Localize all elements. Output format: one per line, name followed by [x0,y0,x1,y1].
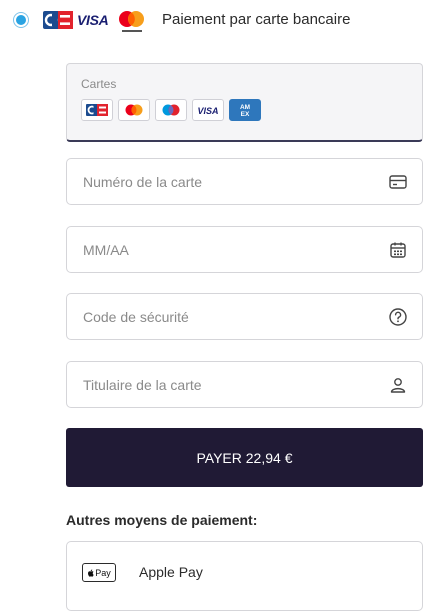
cardholder-input[interactable] [67,362,422,407]
card-brand-maestro[interactable] [155,99,187,121]
other-payment-methods-title: Autres moyens de paiement: [66,512,258,528]
apple-pay-label: Apple Pay [139,564,203,580]
visa-logo: VISA [77,12,109,28]
visa-icon: VISA [197,106,218,116]
security-code-field[interactable] [66,293,423,340]
card-brand-visa[interactable]: VISA [192,99,224,121]
payment-method-header[interactable]: VISA Paiement par carte bancaire [0,0,424,40]
apple-icon [88,569,94,577]
svg-text:EX: EX [241,111,250,118]
svg-text:VISA: VISA [197,106,218,116]
expiry-field[interactable] [66,226,423,273]
card-number-input[interactable] [67,159,422,204]
amex-icon: AM EX [240,104,250,118]
payment-method-title: Paiement par carte bancaire [162,11,351,28]
cards-label: Cartes [81,77,117,91]
question-circle-icon[interactable] [388,307,408,327]
card-brand-list: VISA AM EX [81,99,261,121]
user-icon [390,378,406,393]
radio-selected-dot [16,15,26,25]
calendar-icon [390,242,406,258]
expiry-input[interactable] [67,227,422,272]
mastercard-logo [119,11,144,32]
cardholder-field[interactable] [66,361,423,408]
svg-text:AM: AM [240,104,250,111]
mastercard-icon [125,104,143,116]
card-payment-radio[interactable] [13,12,29,28]
apple-pay-badge: Pay [82,563,116,582]
security-code-input[interactable] [67,294,422,339]
card-brand-amex[interactable]: AM EX [229,99,261,121]
maestro-icon [162,104,180,116]
cb-icon [86,104,108,116]
apple-pay-badge-text: Pay [95,567,111,578]
pay-button[interactable]: PAYER 22,94 € [66,428,423,487]
card-brand-mastercard[interactable] [118,99,150,121]
apple-pay-option[interactable]: Pay Apple Pay [66,541,423,611]
card-number-field[interactable] [66,158,423,205]
credit-card-icon [389,175,407,189]
cb-logo [43,11,73,29]
card-brand-selector[interactable]: Cartes VISA AM EX [66,63,423,142]
card-brand-cb[interactable] [81,99,113,121]
